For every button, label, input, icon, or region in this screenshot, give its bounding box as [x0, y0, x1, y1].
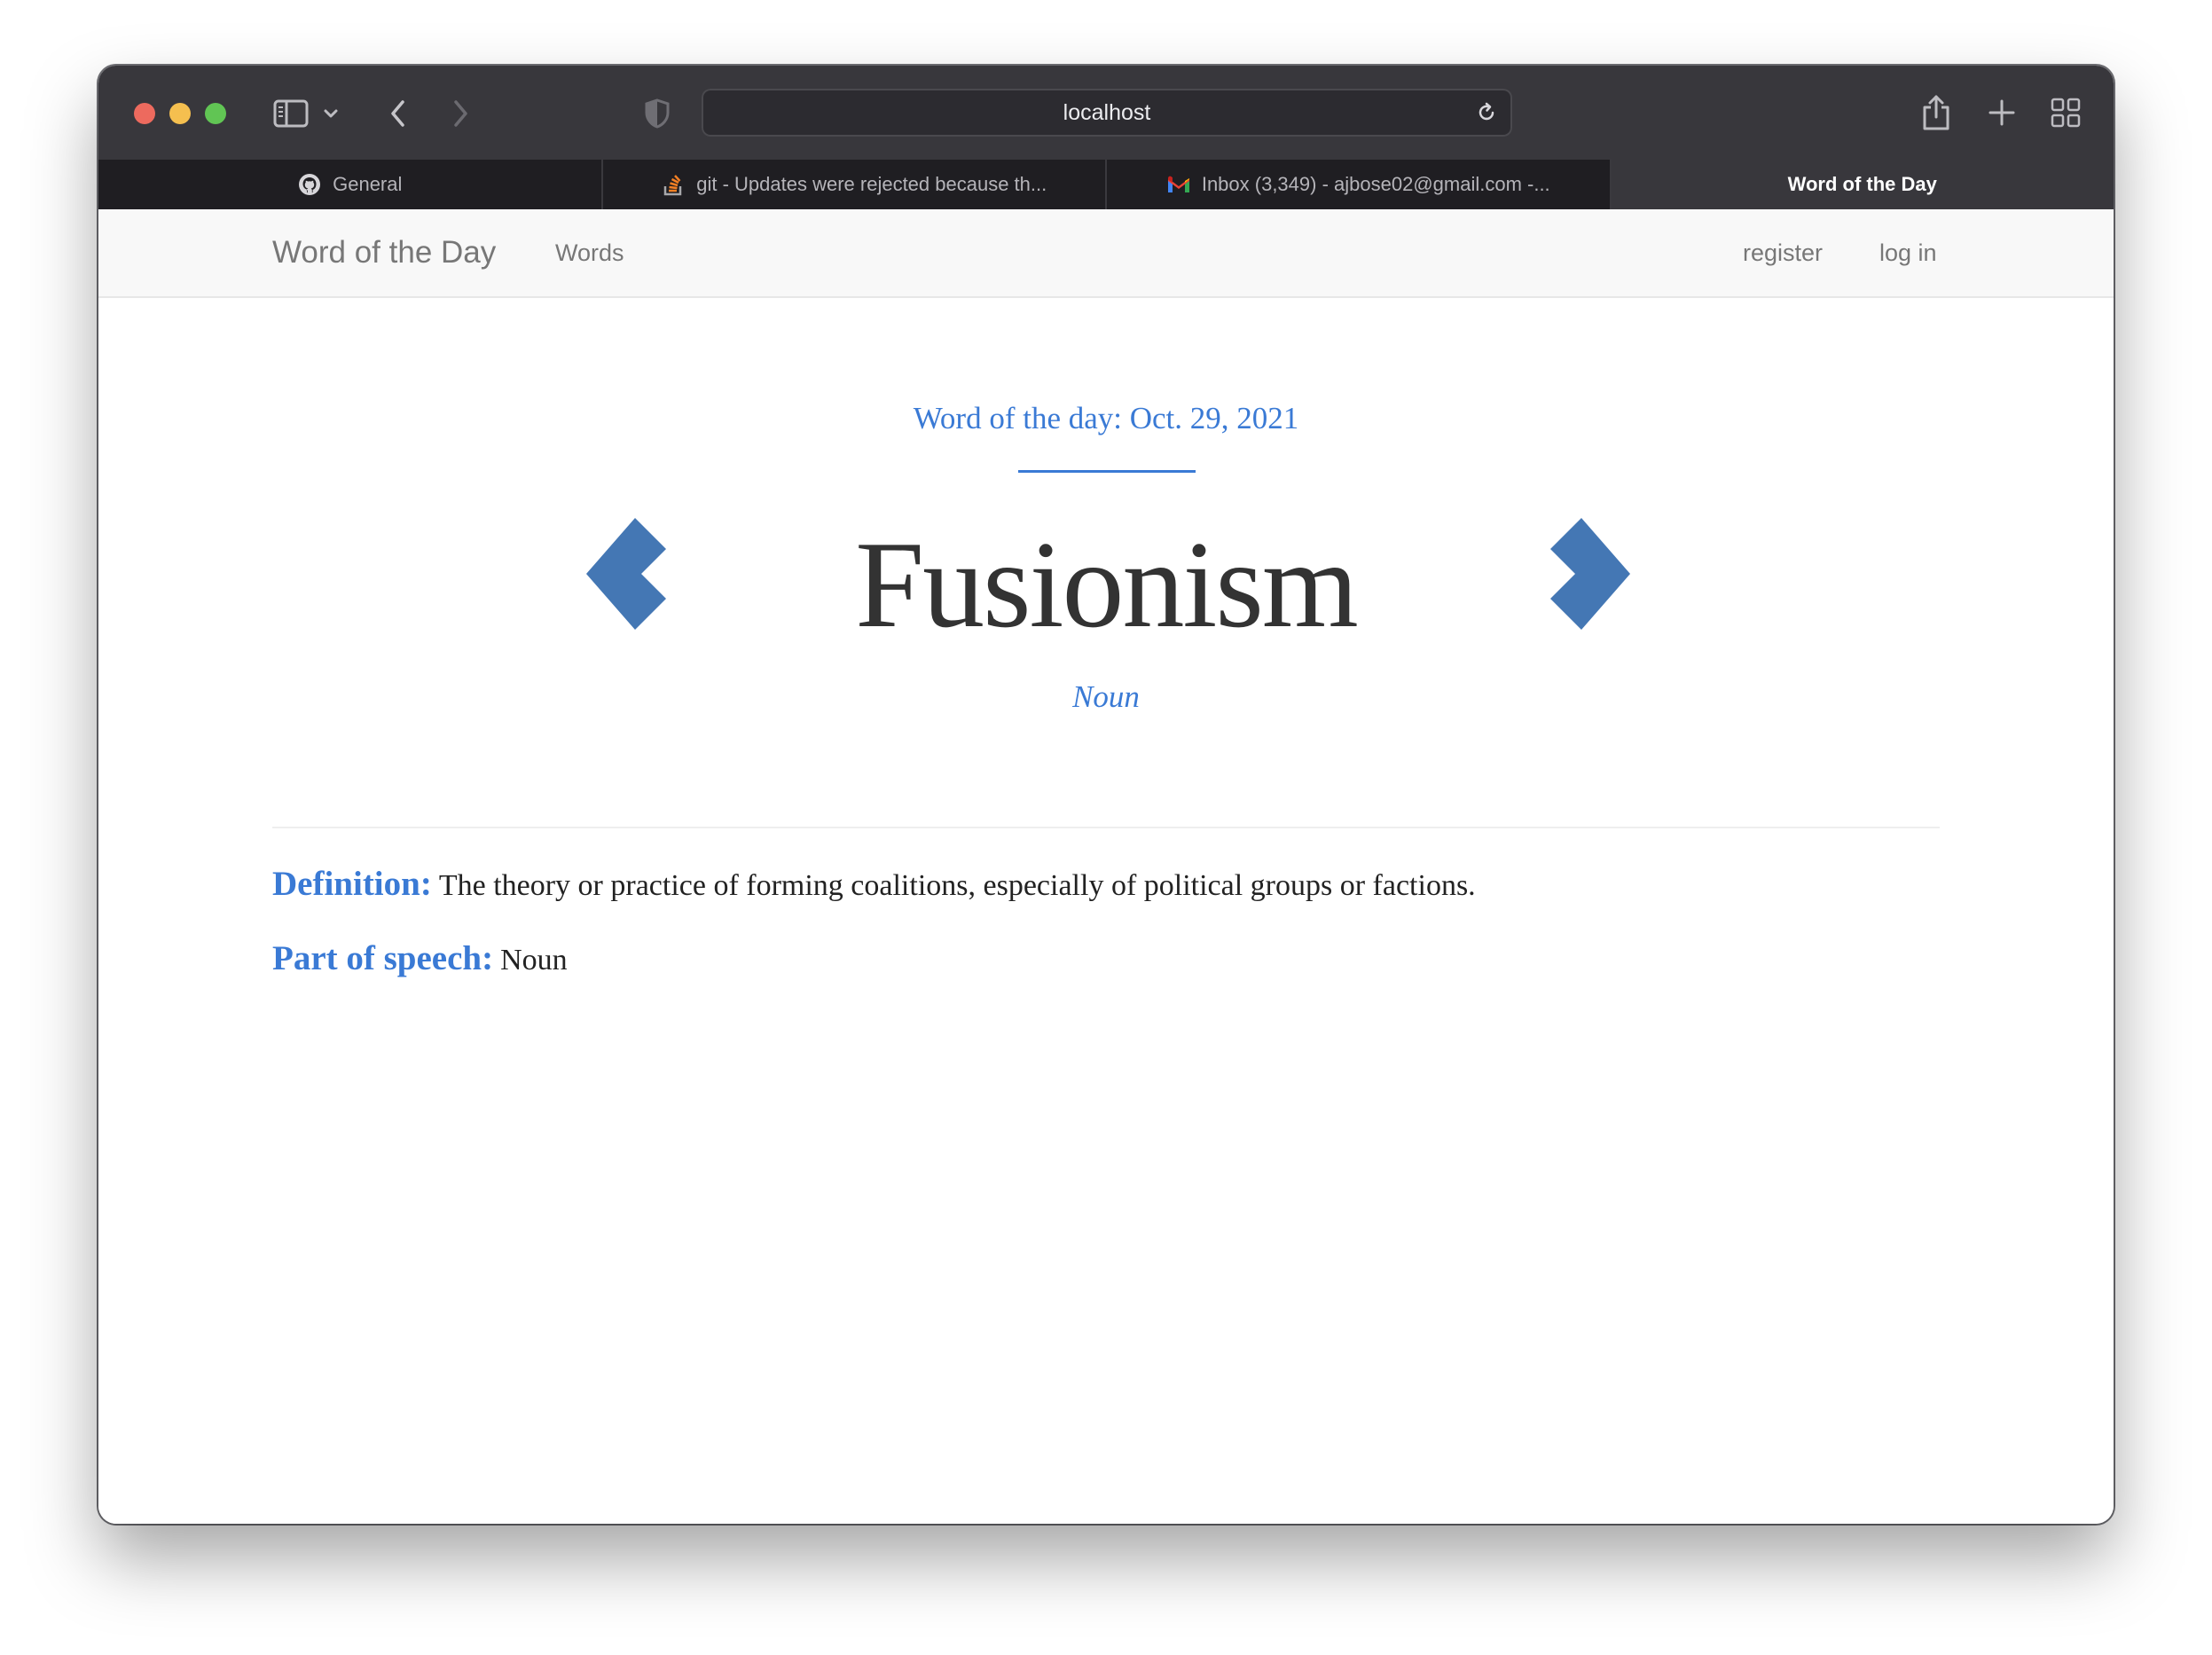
forward-arrow-icon[interactable]	[443, 94, 478, 133]
part-of-speech-row: Part of speech: Noun	[272, 938, 568, 978]
privacy-shield-icon[interactable]	[639, 96, 675, 131]
definition-row: Definition: The theory or practice of for…	[272, 864, 1476, 904]
tab-general[interactable]: General	[98, 160, 603, 209]
definition-text: The theory or practice of forming coalit…	[438, 869, 1476, 902]
tab-label: Word of the Day	[1787, 173, 1937, 195]
tab-strip: General git - Updates were rejected beca…	[98, 160, 2114, 209]
browser-window: localhost General git - Updates were rej…	[98, 66, 2114, 1524]
minimize-window-button[interactable]	[169, 103, 191, 124]
tab-label: General	[333, 173, 403, 195]
maximize-window-button[interactable]	[205, 103, 226, 124]
close-window-button[interactable]	[134, 103, 155, 124]
next-word-chevron-icon[interactable]	[1550, 516, 1630, 631]
tab-overview-grid-icon[interactable]	[2048, 94, 2083, 131]
navbar-brand[interactable]: Word of the Day	[272, 209, 496, 296]
site-navbar: Word of the Day Words register log in	[98, 209, 2114, 298]
part-of-speech-subtitle: Noun	[1072, 679, 1140, 714]
new-tab-plus-icon[interactable]	[1984, 94, 2020, 131]
word-date-heading: Word of the day: Oct. 29, 2021	[913, 401, 1299, 435]
word-title: Fusionism	[855, 516, 1359, 654]
tab-gmail[interactable]: Inbox (3,349) - ajbose02@gmail.com -...	[1107, 160, 1612, 209]
stackoverflow-icon	[661, 172, 686, 197]
github-icon	[297, 172, 322, 197]
tab-label: git - Updates were rejected because th..…	[696, 173, 1047, 195]
content-divider	[272, 827, 1940, 828]
nav-link-register[interactable]: register	[1743, 209, 1823, 296]
back-arrow-icon[interactable]	[380, 94, 416, 133]
part-of-speech-value: Noun	[500, 944, 568, 977]
chevron-down-icon[interactable]	[320, 101, 341, 126]
reload-icon[interactable]	[1473, 99, 1500, 126]
address-text: localhost	[1063, 100, 1151, 125]
part-of-speech-label: Part of speech:	[272, 939, 494, 977]
address-bar[interactable]: localhost	[702, 89, 1512, 137]
nav-link-words[interactable]: Words	[555, 209, 624, 296]
main-content: Word of the day: Oct. 29, 2021 Fusionism…	[98, 298, 2114, 1524]
tab-label: Inbox (3,349) - ajbose02@gmail.com -...	[1201, 173, 1550, 195]
definition-label: Definition:	[272, 865, 432, 903]
nav-link-login[interactable]: log in	[1879, 209, 1937, 296]
tab-word-of-the-day[interactable]: Word of the Day	[1611, 160, 2114, 209]
gmail-icon	[1166, 172, 1191, 197]
tab-stackoverflow[interactable]: git - Updates were rejected because th..…	[603, 160, 1107, 209]
sidebar-toggle-icon[interactable]	[271, 96, 310, 131]
browser-toolbar: localhost	[98, 66, 2114, 160]
date-underline-divider	[1018, 470, 1196, 473]
share-icon[interactable]	[1918, 92, 1954, 133]
